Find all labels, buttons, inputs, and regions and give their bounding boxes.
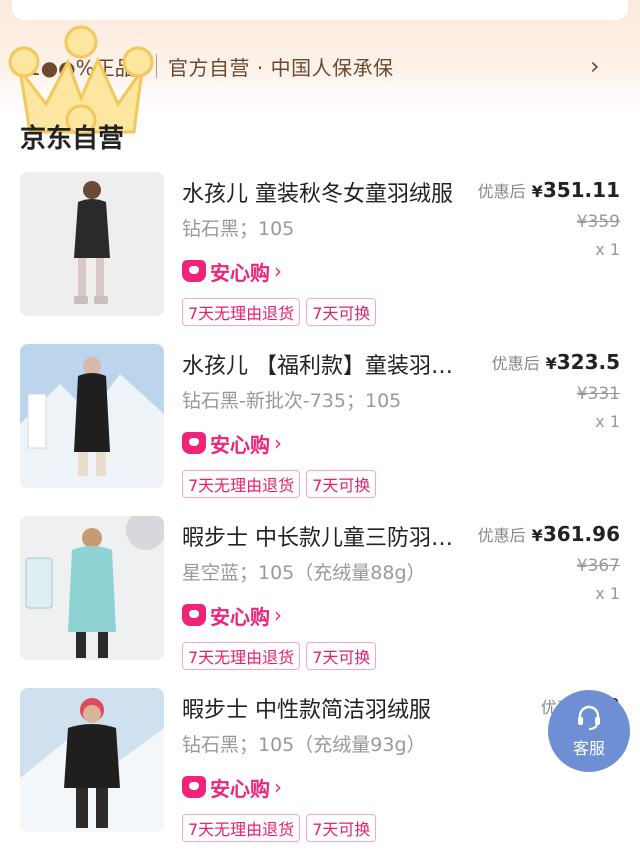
service-tags: 7天无理由退货 7天可换 xyxy=(182,814,377,842)
tag-return: 7天无理由退货 xyxy=(182,470,301,498)
chevron-right-icon: › xyxy=(274,259,282,283)
shopping-bag-icon xyxy=(182,260,206,282)
section-title: 京东自营 xyxy=(20,124,125,154)
price: 优惠后 ¥ 361.96 xyxy=(478,522,620,546)
customer-service-button[interactable]: 客服 xyxy=(548,690,630,772)
currency-symbol: ¥ xyxy=(545,354,557,373)
chevron-right-icon[interactable]: › xyxy=(590,52,600,80)
tag-exchange: 7天可换 xyxy=(306,470,377,498)
anxin-purchase-link[interactable]: 安心购 › xyxy=(182,256,282,286)
anxin-purchase-link[interactable]: 安心购 › xyxy=(182,428,282,458)
chevron-right-icon: › xyxy=(274,431,282,455)
tag-return: 7天无理由退货 xyxy=(182,814,301,842)
original-price: ¥331 xyxy=(576,384,620,404)
anxin-purchase-link[interactable]: 安心购 › xyxy=(182,772,282,802)
original-price: ¥359 xyxy=(576,212,620,232)
price-value: 361.96 xyxy=(542,522,620,546)
product-spec: 钻石黑；105（充绒量93g） xyxy=(182,734,426,756)
product-title[interactable]: 水孩儿 童装秋冬女童羽绒服 xyxy=(182,176,462,208)
anxin-label: 安心购 xyxy=(210,260,270,285)
service-tags: 7天无理由退货 7天可换 xyxy=(182,642,377,670)
quantity: x 1 xyxy=(595,240,620,259)
tag-return: 7天无理由退货 xyxy=(182,298,301,326)
quantity: x 1 xyxy=(595,584,620,603)
product-thumbnail[interactable] xyxy=(20,344,164,488)
product-title[interactable]: 水孩儿 【福利款】童装羽绒服 xyxy=(182,348,462,380)
price: 优惠后 ¥ 323.5 xyxy=(492,350,620,374)
product-item[interactable]: 水孩儿 童装秋冬女童羽绒服 钻石黑；105 安心购 › 7天无理由退货 7天可换… xyxy=(0,172,640,342)
anxin-purchase-link[interactable]: 安心购 › xyxy=(182,600,282,630)
customer-service-label: 客服 xyxy=(572,739,605,758)
product-thumbnail[interactable] xyxy=(20,688,164,832)
product-spec: 钻石黑；105 xyxy=(182,218,295,240)
original-price: ¥367 xyxy=(576,556,620,576)
product-thumbnail[interactable] xyxy=(20,172,164,316)
product-item[interactable]: 暇步士 中性款简洁羽绒服 钻石黑；105（充绒量93g） 安心购 › 7天无理由… xyxy=(0,688,640,854)
price: 优惠后 ¥ 351.11 xyxy=(478,178,620,202)
chevron-right-icon: › xyxy=(274,603,282,627)
tag-exchange: 7天可换 xyxy=(306,298,377,326)
price-value: 351.11 xyxy=(542,178,620,202)
currency-symbol: ¥ xyxy=(531,526,543,545)
quantity: x 1 xyxy=(595,412,620,431)
tag-exchange: 7天可换 xyxy=(306,642,377,670)
price-value: 323.5 xyxy=(556,350,620,374)
product-thumbnail[interactable] xyxy=(20,516,164,660)
product-spec: 星空蓝；105（充绒量88g） xyxy=(182,562,426,584)
anxin-label: 安心购 xyxy=(210,776,270,801)
currency-symbol: ¥ xyxy=(531,182,543,201)
shopping-bag-icon xyxy=(182,432,206,454)
banner-text: 官方自营 · 中国人保承保 xyxy=(168,56,394,80)
price-label: 优惠后 xyxy=(491,354,540,373)
price-label: 优惠后 xyxy=(477,182,526,201)
service-tags: 7天无理由退货 7天可换 xyxy=(182,298,377,326)
service-tags: 7天无理由退货 7天可换 xyxy=(182,470,377,498)
headset-icon xyxy=(578,705,600,730)
chevron-right-icon: › xyxy=(274,775,282,799)
anxin-label: 安心购 xyxy=(210,604,270,629)
price-label: 优惠后 xyxy=(477,526,526,545)
product-item[interactable]: 暇步士 中长款儿童三防羽绒服 星空蓝；105（充绒量88g） 安心购 › 7天无… xyxy=(0,516,640,686)
banner-divider xyxy=(156,54,157,78)
tag-exchange: 7天可换 xyxy=(306,814,377,842)
anxin-label: 安心购 xyxy=(210,432,270,457)
product-title[interactable]: 暇步士 中性款简洁羽绒服 xyxy=(182,692,462,724)
shopping-bag-icon xyxy=(182,604,206,626)
product-item[interactable]: 水孩儿 【福利款】童装羽绒服 钻石黑-新批次-735；105 安心购 › 7天无… xyxy=(0,344,640,514)
shopping-bag-icon xyxy=(182,776,206,798)
product-spec: 钻石黑-新批次-735；105 xyxy=(182,390,402,412)
product-title[interactable]: 暇步士 中长款儿童三防羽绒服 xyxy=(182,520,462,552)
tag-return: 7天无理由退货 xyxy=(182,642,301,670)
